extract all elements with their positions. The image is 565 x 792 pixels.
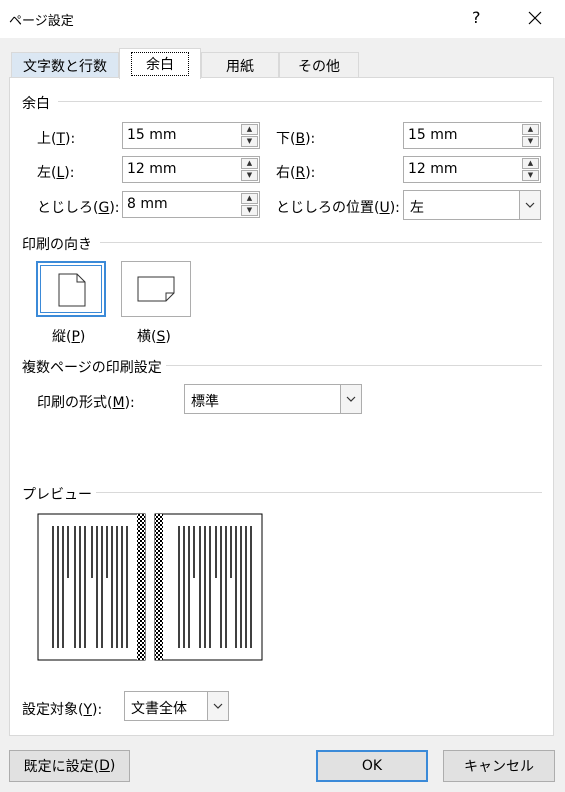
chevron-down-icon[interactable] [207, 692, 228, 720]
cancel-button[interactable]: キャンセル [443, 750, 555, 782]
print-format-label: 印刷の形式(M): [37, 395, 135, 411]
chevron-down-icon[interactable] [340, 385, 361, 413]
gutter-position-select[interactable]: 左 [403, 190, 541, 220]
chevron-down-icon[interactable] [519, 191, 540, 219]
bottom-margin-value: 15 mm [408, 127, 458, 143]
apply-to-select[interactable]: 文書全体 [124, 691, 229, 721]
tab-label: 余白 [131, 52, 189, 76]
margins-section-title: 余白 [22, 93, 54, 113]
top-margin-label: 上(T): [37, 131, 76, 147]
gutter-spinner[interactable]: 8 mm ▲ ▼ [122, 191, 260, 218]
spin-up-icon[interactable]: ▲ [522, 158, 539, 169]
apply-to-label: 設定対象(Y): [22, 702, 103, 718]
spin-down-icon[interactable]: ▼ [522, 170, 539, 181]
gutter-position-label: とじしろの位置(U): [276, 200, 400, 216]
section-divider [82, 492, 542, 493]
tab-paper[interactable]: 用紙 [201, 52, 279, 78]
right-margin-spinner[interactable]: 12 mm ▲ ▼ [403, 156, 541, 183]
spin-down-icon[interactable]: ▼ [241, 170, 258, 181]
spin-up-icon[interactable]: ▲ [241, 193, 258, 204]
section-divider [165, 365, 542, 366]
bottom-margin-label: 下(B): [276, 131, 316, 147]
tab-label: 用紙 [226, 58, 254, 75]
close-icon [528, 11, 542, 25]
gutter-label: とじしろ(G): [37, 200, 120, 216]
gutter-value: 8 mm [127, 196, 168, 212]
section-divider [100, 242, 542, 243]
preview-right-page [154, 513, 263, 661]
orientation-section-title: 印刷の向き [22, 234, 96, 254]
tab-label: 文字数と行数 [23, 58, 107, 75]
right-margin-label: 右(R): [276, 165, 316, 181]
gutter-position-value: 左 [410, 200, 424, 216]
spin-up-icon[interactable]: ▲ [522, 124, 539, 135]
set-as-default-button[interactable]: 既定に設定(D) [9, 750, 130, 782]
preview-section-title: プレビュー [22, 484, 96, 504]
bottom-margin-spinner[interactable]: 15 mm ▲ ▼ [403, 122, 541, 149]
portrait-button[interactable] [36, 261, 106, 317]
help-button[interactable]: ? [472, 8, 481, 27]
top-margin-spinner[interactable]: 15 mm ▲ ▼ [122, 122, 260, 149]
landscape-label: 横(S) [137, 329, 171, 345]
preview-left-page [37, 513, 146, 661]
portrait-page-icon [58, 273, 86, 307]
landscape-button[interactable] [121, 261, 191, 317]
tab-margins[interactable]: 余白 [119, 48, 201, 79]
spin-up-icon[interactable]: ▲ [241, 124, 258, 135]
tab-chars-lines[interactable]: 文字数と行数 [11, 52, 119, 78]
top-margin-value: 15 mm [127, 127, 177, 143]
section-divider [58, 101, 542, 102]
window-title: ページ設定 [9, 14, 74, 29]
preview-pages [37, 513, 263, 661]
tab-other[interactable]: その他 [279, 52, 359, 78]
right-margin-value: 12 mm [408, 161, 458, 177]
close-button[interactable] [520, 3, 550, 33]
apply-to-value: 文書全体 [131, 701, 187, 717]
landscape-page-icon [137, 276, 175, 302]
print-format-select[interactable]: 標準 [184, 384, 362, 414]
spin-down-icon[interactable]: ▼ [522, 136, 539, 147]
left-margin-value: 12 mm [127, 161, 177, 177]
spin-down-icon[interactable]: ▼ [241, 136, 258, 147]
ok-button[interactable]: OK [316, 750, 428, 782]
spin-up-icon[interactable]: ▲ [241, 158, 258, 169]
tab-label: その他 [298, 58, 340, 75]
spin-down-icon[interactable]: ▼ [241, 205, 258, 216]
left-margin-spinner[interactable]: 12 mm ▲ ▼ [122, 156, 260, 183]
print-format-value: 標準 [191, 394, 219, 410]
left-margin-label: 左(L): [37, 165, 75, 181]
portrait-label: 縦(P) [52, 329, 86, 345]
multipage-section-title: 複数ページの印刷設定 [22, 357, 166, 377]
